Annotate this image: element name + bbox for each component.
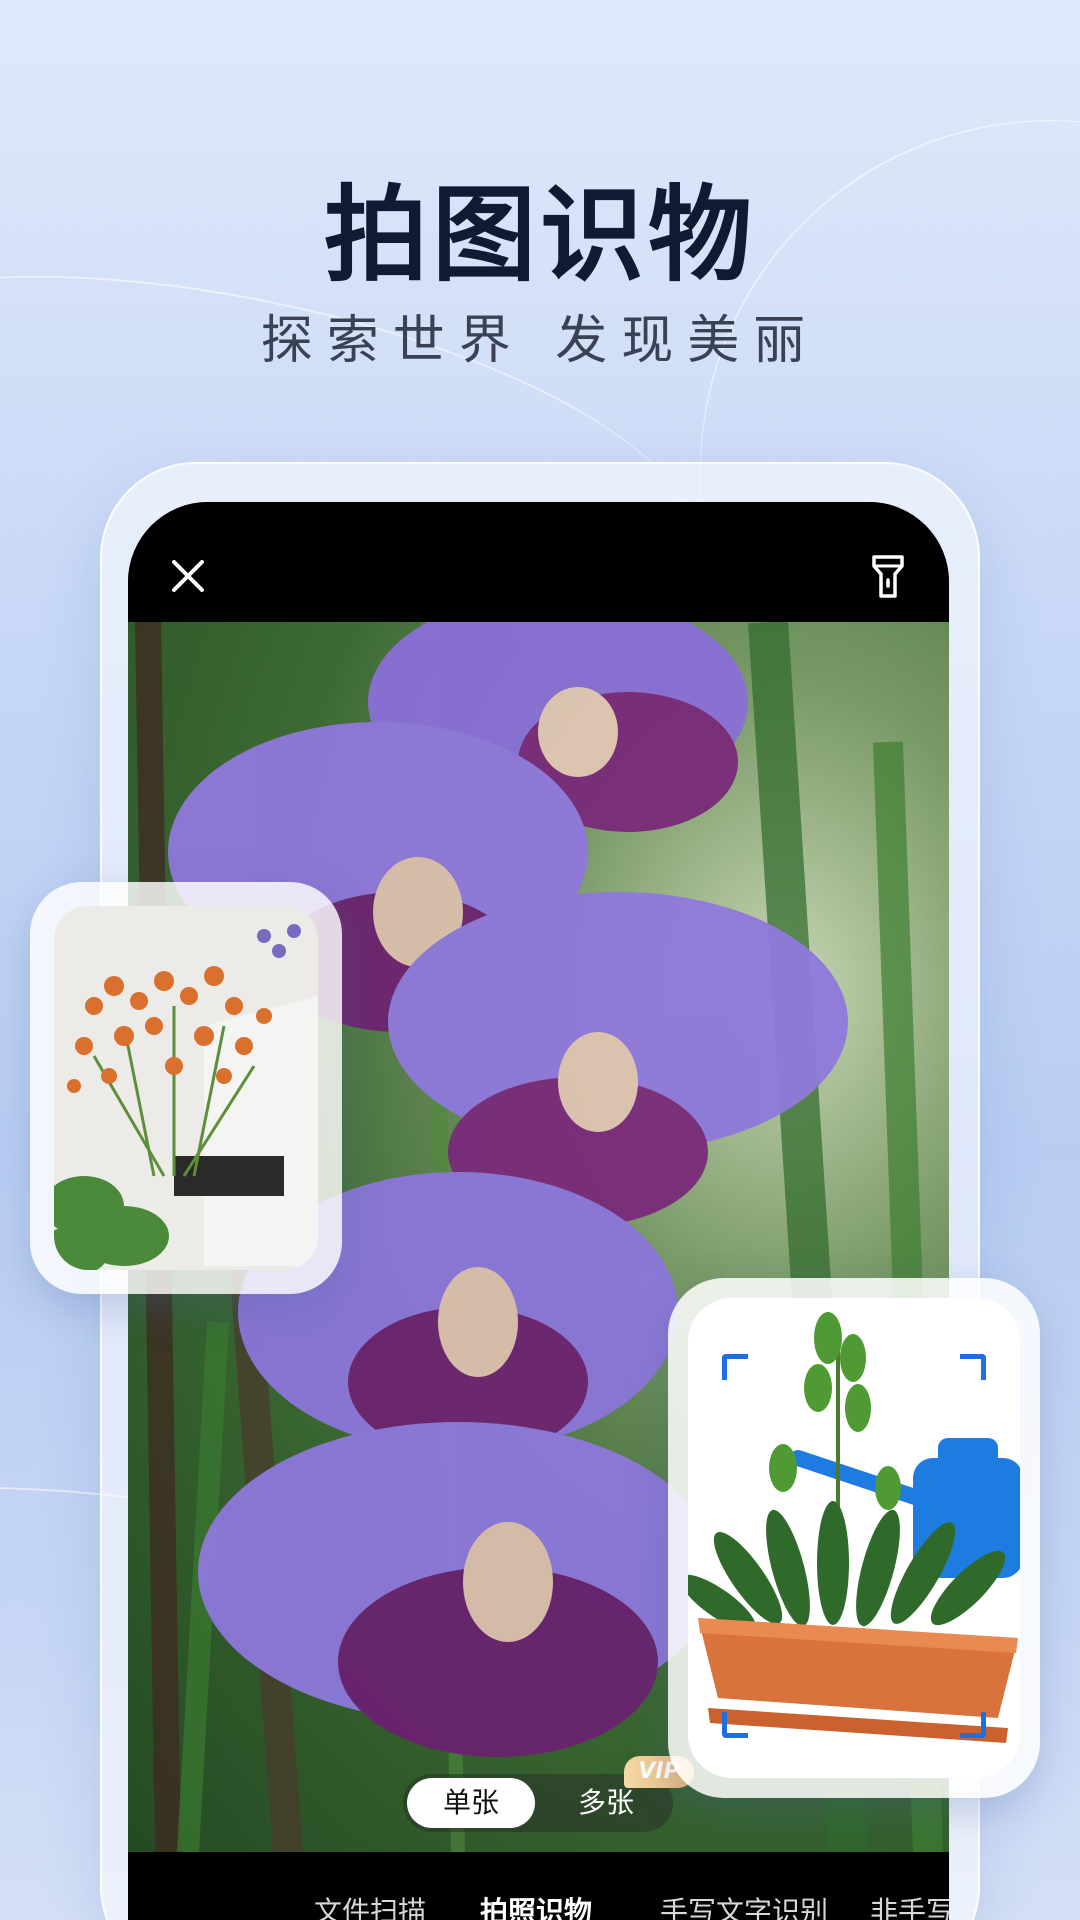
mode-tab-bar: 文件扫描 拍照识物 手写文字识别 非手写 xyxy=(128,1856,949,1920)
camera-top-bar xyxy=(128,502,949,622)
tab-non-handwriting[interactable]: 非手写 xyxy=(870,1890,949,1920)
close-icon[interactable] xyxy=(170,558,206,594)
scan-corner-bottom-left xyxy=(722,1712,748,1738)
orange-flowers-photo xyxy=(54,906,318,1270)
single-mode-button[interactable]: 单张 xyxy=(407,1778,535,1828)
promo-title: 拍图识物 xyxy=(323,174,756,296)
tab-photo-identify[interactable]: 拍照识物 xyxy=(480,1890,592,1920)
flashlight-icon[interactable] xyxy=(871,554,905,600)
tab-handwriting-recognition[interactable]: 手写文字识别 xyxy=(660,1890,828,1920)
scan-corner-top-left xyxy=(722,1354,748,1380)
tab-file-scan[interactable]: 文件扫描 xyxy=(314,1890,426,1920)
sample-card-right xyxy=(668,1278,1040,1798)
potted-plant-photo xyxy=(688,1298,1020,1778)
scan-corner-top-right xyxy=(960,1354,986,1380)
promo-subtitle: 探索世界 发现美丽 xyxy=(260,311,820,371)
sample-card-left xyxy=(30,882,342,1294)
scan-corner-bottom-right xyxy=(960,1712,986,1738)
